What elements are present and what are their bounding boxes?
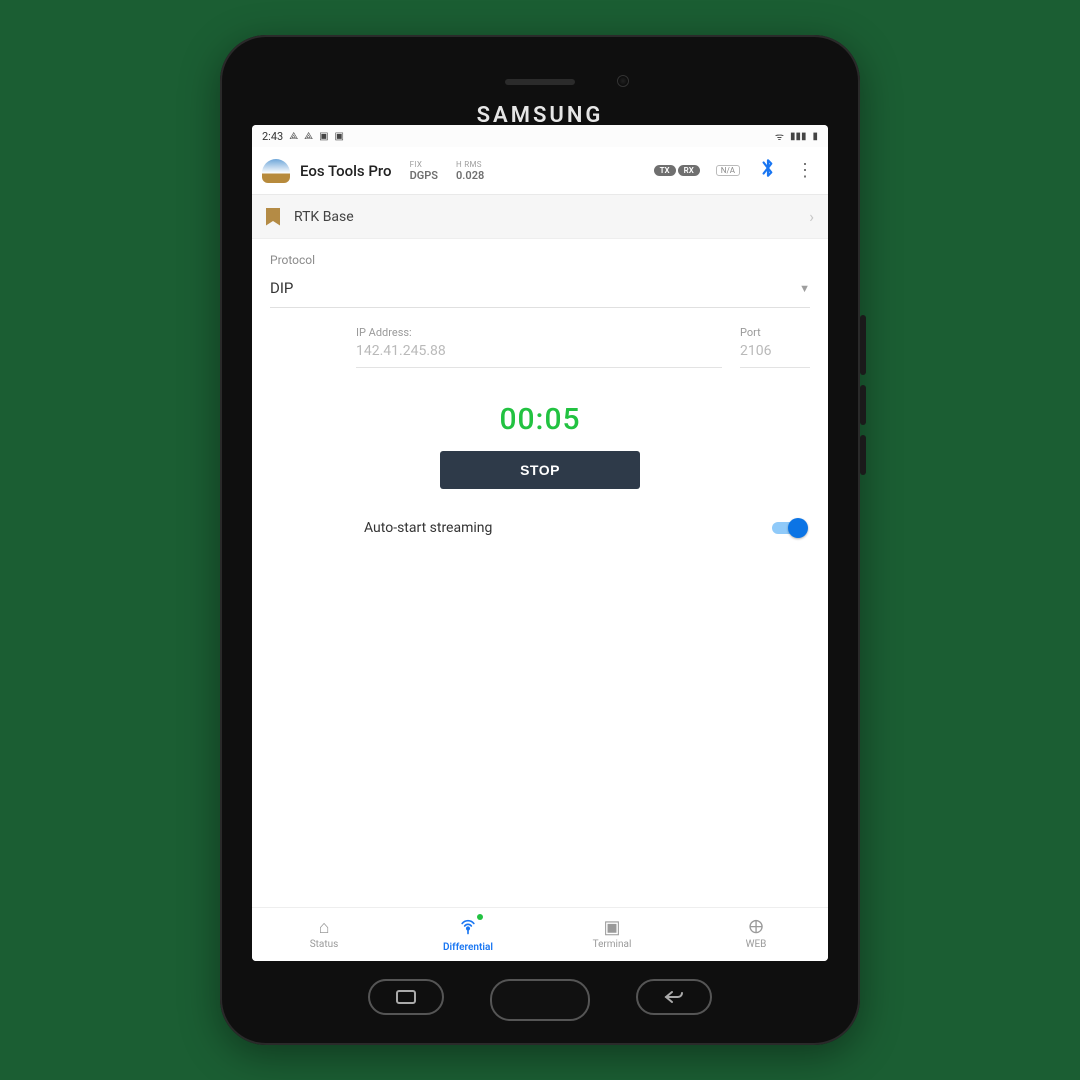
- battery-icon: ▮: [812, 131, 818, 142]
- port-field[interactable]: Port 2106: [740, 326, 810, 368]
- fix-value: DGPS: [410, 169, 438, 182]
- speaker-slot: [505, 79, 575, 85]
- hw-home-button[interactable]: [490, 979, 590, 1021]
- bookmark-bar[interactable]: RTK Base ›: [252, 195, 828, 239]
- device-brand: SAMSUNG: [220, 103, 860, 128]
- stream-timer: 00:05: [270, 402, 810, 437]
- clock: 2:43: [262, 130, 283, 143]
- tab-web[interactable]: 🜨 WEB: [684, 908, 828, 961]
- bottom-nav: ⌂ Status Differential ▣ Terminal 🜨: [252, 907, 828, 961]
- notif-icon: ▣: [319, 131, 328, 142]
- notif-icon: ⟁: [289, 131, 298, 142]
- ip-value: 142.41.245.88: [356, 339, 722, 368]
- txrx-indicator: TX RX: [654, 165, 700, 176]
- app-title: Eos Tools Pro: [300, 162, 392, 180]
- wifi-icon: ᯤ: [775, 129, 784, 143]
- home-icon: ⌂: [319, 919, 330, 937]
- hrms-stat: H RMS 0.028: [456, 160, 484, 182]
- app-logo-icon: [262, 159, 290, 183]
- active-dot-icon: [477, 914, 483, 920]
- stop-button[interactable]: STOP: [440, 451, 640, 489]
- autostart-label: Auto-start streaming: [364, 520, 492, 536]
- notif-icon: ⟁: [304, 131, 313, 142]
- protocol-value: DIP: [270, 279, 293, 297]
- android-statusbar: 2:43 ⟁ ⟁ ▣ ▣ ᯤ ▮▮▮ ▮: [252, 125, 828, 147]
- tab-label: WEB: [746, 939, 767, 950]
- bookmark-label: RTK Base: [294, 209, 354, 225]
- antenna-icon: [458, 916, 478, 940]
- ip-address-field[interactable]: IP Address: 142.41.245.88: [356, 326, 722, 368]
- notif-icon: ▣: [335, 131, 344, 142]
- hw-side-button: [860, 435, 866, 475]
- hw-recent-button[interactable]: [368, 979, 444, 1015]
- hw-side-button: [860, 385, 866, 425]
- port-value: 2106: [740, 339, 810, 368]
- protocol-label: Protocol: [270, 253, 810, 267]
- hw-back-button[interactable]: [636, 979, 712, 1015]
- tablet-frame: SAMSUNG 2:43 ⟁ ⟁ ▣ ▣ ᯤ ▮▮▮ ▮ Eos Tools P…: [220, 35, 860, 1045]
- port-label: Port: [740, 326, 810, 339]
- tx-pill: TX: [654, 165, 676, 176]
- tab-status[interactable]: ⌂ Status: [252, 908, 396, 961]
- tab-differential[interactable]: Differential: [396, 908, 540, 961]
- tab-label: Status: [310, 939, 339, 950]
- hw-nav-buttons: [220, 979, 860, 1021]
- hw-side-button: [860, 315, 866, 375]
- front-camera: [617, 75, 629, 87]
- ip-label: IP Address:: [356, 326, 722, 339]
- signal-icon: ▮▮▮: [790, 131, 807, 142]
- rx-pill: RX: [678, 165, 700, 176]
- bluetooth-icon[interactable]: [760, 157, 776, 184]
- differential-panel: Protocol DIP ▼ IP Address: 142.41.245.88…: [252, 239, 828, 907]
- hrms-value: 0.028: [456, 169, 484, 182]
- chevron-down-icon: ▼: [799, 282, 810, 295]
- fix-stat: FIX DGPS: [410, 160, 438, 182]
- screen: 2:43 ⟁ ⟁ ▣ ▣ ᯤ ▮▮▮ ▮ Eos Tools Pro FIX D…: [252, 125, 828, 961]
- hrms-label: H RMS: [456, 160, 482, 169]
- globe-icon: 🜨: [748, 919, 763, 937]
- protocol-select[interactable]: DIP ▼: [270, 273, 810, 308]
- tab-label: Terminal: [593, 939, 632, 950]
- terminal-icon: ▣: [603, 919, 620, 937]
- bookmark-icon: [266, 208, 280, 226]
- tab-label: Differential: [443, 942, 493, 953]
- autostart-toggle[interactable]: [772, 519, 806, 537]
- fix-label: FIX: [410, 160, 423, 169]
- overflow-menu-icon[interactable]: ⋮: [796, 160, 814, 181]
- tab-terminal[interactable]: ▣ Terminal: [540, 908, 684, 961]
- app-header: Eos Tools Pro FIX DGPS H RMS 0.028 TX RX…: [252, 147, 828, 195]
- na-badge: N/A: [716, 165, 740, 176]
- chevron-right-icon: ›: [809, 207, 814, 226]
